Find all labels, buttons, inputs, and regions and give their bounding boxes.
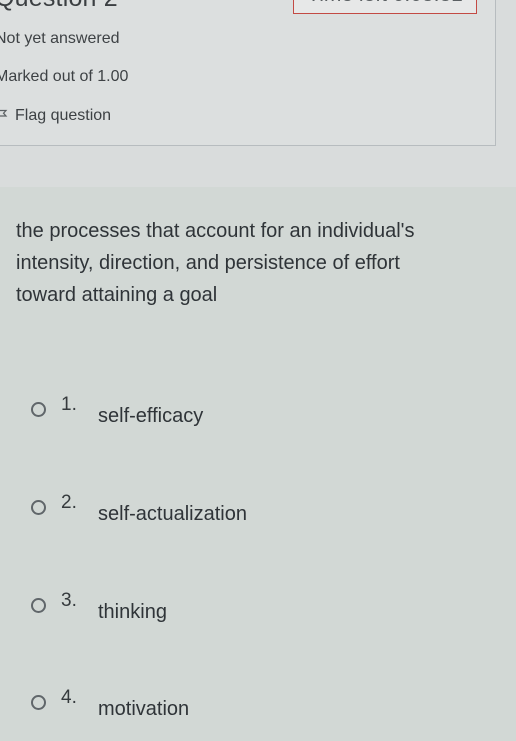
option-label-motivation: motivation bbox=[98, 698, 190, 720]
answer-option-3[interactable]: 3. thinking bbox=[31, 590, 167, 624]
option-number-1: 1. bbox=[61, 394, 77, 415]
option-label-self-efficacy: self-efficacy bbox=[98, 405, 204, 427]
answer-status: Not yet answered bbox=[0, 30, 120, 47]
option-number-2: 2. bbox=[61, 492, 77, 513]
option-number-3: 3. bbox=[61, 590, 77, 611]
answer-option-1[interactable]: 1. self-efficacy bbox=[31, 394, 203, 428]
option-number-4: 4. bbox=[61, 687, 77, 708]
radio-button-icon[interactable] bbox=[31, 598, 46, 613]
answer-option-4[interactable]: 4. motivation bbox=[31, 687, 189, 721]
time-left-display: Time left 0:08:31 bbox=[293, 0, 477, 14]
option-label-self-actualization: self-actualization bbox=[98, 503, 247, 525]
answer-option-2[interactable]: 2. self-actualization bbox=[31, 492, 247, 526]
question-prompt: the processes that account for an indivi… bbox=[16, 220, 415, 306]
flag-icon bbox=[0, 109, 9, 123]
question-info-panel: Question 2 Time left 0:08:31 Not yet ans… bbox=[0, 0, 496, 146]
flag-question-label: Flag question bbox=[15, 107, 112, 124]
radio-button-icon[interactable] bbox=[31, 695, 46, 710]
radio-button-icon[interactable] bbox=[31, 500, 46, 515]
option-label-thinking: thinking bbox=[98, 601, 167, 623]
question-content-panel: the processes that account for an indivi… bbox=[0, 187, 516, 741]
flag-question-link[interactable]: Flag question bbox=[0, 107, 111, 125]
question-marks: Marked out of 1.00 bbox=[0, 68, 129, 85]
question-title: Question 2 bbox=[0, 0, 118, 13]
radio-button-icon[interactable] bbox=[31, 402, 46, 417]
